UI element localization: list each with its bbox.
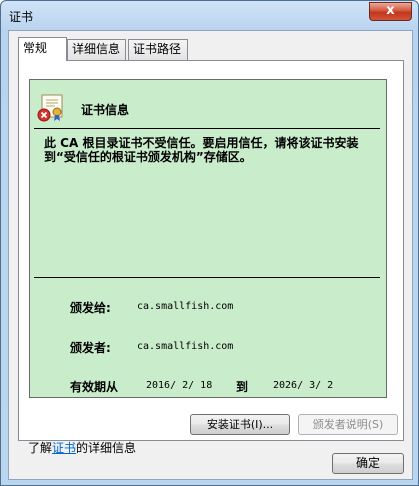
window-title: 证书	[9, 10, 34, 24]
dialog-body: 常规 详细信息 证书路径 证书信息 此 CA 根目录证书不受信任。要启用信任，请…	[8, 30, 413, 480]
learn-more-prefix: 了解	[28, 441, 53, 455]
issued-by-value: ca.smallfish.com	[137, 341, 234, 352]
tab-general-label: 常规	[23, 41, 48, 55]
trust-warning-message: 此 CA 根目录证书不受信任。要启用信任，请将该证书安装到“受信任的根证书颁发机…	[44, 136, 359, 164]
certificate-info-title: 证书信息	[81, 103, 130, 117]
close-button[interactable]: x	[369, 2, 412, 21]
tab-general[interactable]: 常规	[18, 37, 67, 61]
valid-to-label: 到	[236, 380, 249, 394]
certificate-info-box: 证书信息 此 CA 根目录证书不受信任。要启用信任，请将该证书安装到“受信任的根…	[29, 79, 387, 398]
close-icon: x	[386, 3, 395, 18]
tab-certification-path[interactable]: 证书路径	[128, 39, 188, 60]
ok-button[interactable]: 确定	[332, 453, 404, 474]
certificate-error-icon	[37, 94, 63, 122]
valid-from-value: 2016/ 2/ 18	[146, 380, 213, 391]
install-certificate-button[interactable]: 安装证书(I)...	[190, 414, 290, 435]
certificates-link[interactable]: 证书	[52, 441, 76, 455]
divider	[34, 128, 380, 129]
certificate-dialog: 证书 x 常规 详细信息 证书路径 证书信息 此 CA 根目录证书不受信任。要启…	[0, 0, 419, 486]
issued-by-label: 颁发者:	[70, 341, 111, 355]
learn-more-suffix: 的详细信息	[76, 441, 137, 455]
title-bar[interactable]: 证书 x	[1, 1, 418, 31]
issued-to-label: 颁发给:	[70, 301, 111, 315]
general-tab-panel: 证书信息 此 CA 根目录证书不受信任。要启用信任，请将该证书安装到“受信任的根…	[18, 60, 404, 455]
tab-certification-path-label: 证书路径	[133, 42, 182, 56]
learn-more-text: 了解证书的详细信息	[28, 439, 136, 456]
issued-to-value: ca.smallfish.com	[137, 301, 234, 312]
divider	[34, 277, 380, 278]
valid-from-label: 有效期从	[70, 380, 119, 394]
valid-to-value: 2026/ 3/ 2	[273, 380, 334, 391]
issuer-statement-button[interactable]: 颁发者说明(S)	[298, 414, 398, 435]
tab-details-label: 详细信息	[72, 42, 121, 56]
tab-details[interactable]: 详细信息	[67, 39, 126, 60]
